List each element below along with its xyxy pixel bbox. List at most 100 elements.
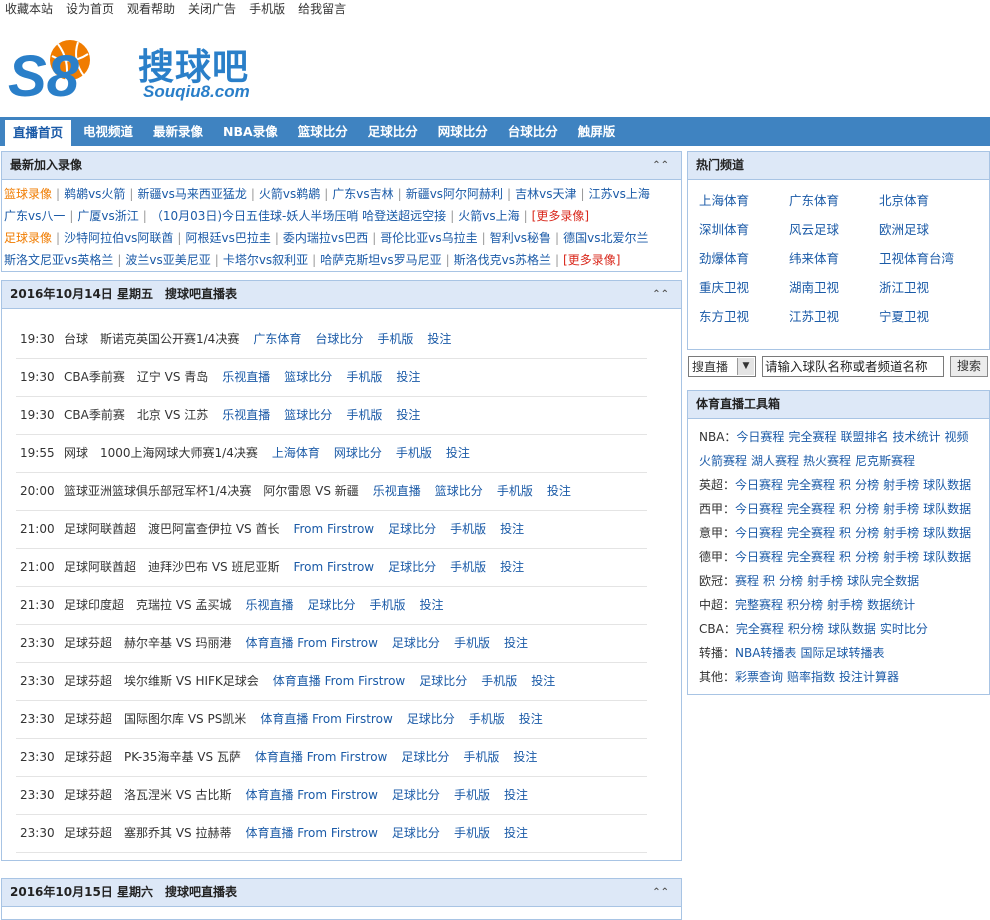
- recording-link[interactable]: （10月03日)今日五佳球-妖人半场压哨 哈登送超远空接: [151, 209, 446, 223]
- schedule-link[interactable]: 手机版: [377, 332, 413, 346]
- schedule-link[interactable]: 手机版: [450, 560, 486, 574]
- schedule-link[interactable]: 足球比分: [392, 826, 440, 840]
- recording-link[interactable]: 广东vs吉林: [332, 187, 393, 201]
- schedule-link[interactable]: 篮球比分: [284, 370, 332, 384]
- toolbox-link[interactable]: 积: [839, 550, 851, 564]
- schedule-link[interactable]: 足球比分: [388, 560, 436, 574]
- toolbox-link[interactable]: 数据统计: [867, 598, 915, 612]
- recording-link[interactable]: 阿根廷vs巴拉圭: [185, 231, 270, 245]
- nav-tab[interactable]: 直播首页: [5, 120, 72, 146]
- schedule-link[interactable]: 手机版: [346, 408, 382, 422]
- toolbox-link[interactable]: 完全赛程: [736, 622, 784, 636]
- schedule-link[interactable]: 手机版: [396, 446, 432, 460]
- toolbox-link[interactable]: 射手榜: [807, 574, 843, 588]
- schedule-link[interactable]: 体育直播 From Firstrow: [273, 674, 405, 688]
- toolbox-link[interactable]: 分榜: [855, 550, 879, 564]
- recording-link[interactable]: 鹈鹕vs火箭: [64, 187, 125, 201]
- schedule-link[interactable]: 投注: [547, 484, 571, 498]
- nav-tab[interactable]: 最新录像: [145, 117, 211, 146]
- schedule-link[interactable]: 体育直播 From Firstrow: [245, 826, 377, 840]
- recording-link[interactable]: 广东vs八一: [4, 209, 65, 223]
- schedule-link[interactable]: 投注: [513, 750, 537, 764]
- chevron-up-icon[interactable]: ⌃⌃: [652, 281, 669, 308]
- top-link[interactable]: 收藏本站: [5, 2, 53, 16]
- recording-category-link[interactable]: 篮球录像: [4, 187, 52, 201]
- schedule-link[interactable]: 手机版: [346, 370, 382, 384]
- toolbox-link[interactable]: 球队数据: [923, 478, 971, 492]
- toolbox-link[interactable]: 实时比分: [880, 622, 928, 636]
- channel-link[interactable]: 东方卫视: [699, 302, 789, 331]
- nav-tab[interactable]: 网球比分: [430, 117, 496, 146]
- schedule-link[interactable]: 投注: [396, 408, 420, 422]
- toolbox-link[interactable]: 积: [839, 478, 851, 492]
- schedule-link[interactable]: 投注: [500, 560, 524, 574]
- channel-link[interactable]: 卫视体育台湾: [879, 244, 989, 273]
- nav-tab[interactable]: 触屏版: [570, 117, 624, 146]
- schedule-link[interactable]: 手机版: [454, 636, 490, 650]
- schedule-link[interactable]: 手机版: [463, 750, 499, 764]
- recording-link[interactable]: 波兰vs亚美尼亚: [125, 253, 210, 267]
- nav-tab[interactable]: 电视频道: [75, 117, 141, 146]
- recording-link[interactable]: 哥伦比亚vs乌拉圭: [380, 231, 477, 245]
- toolbox-link[interactable]: 今日赛程: [735, 550, 783, 564]
- recording-link[interactable]: 吉林vs天津: [515, 187, 576, 201]
- recording-link[interactable]: 江苏vs上海: [589, 187, 650, 201]
- toolbox-link[interactable]: 完全赛程: [788, 430, 836, 444]
- toolbox-link[interactable]: 射手榜: [883, 502, 919, 516]
- toolbox-link[interactable]: NBA转播表: [735, 646, 796, 660]
- recording-link[interactable]: 火箭vs上海: [458, 209, 519, 223]
- toolbox-link[interactable]: 射手榜: [883, 526, 919, 540]
- recording-link[interactable]: 斯洛伐克vs苏格兰: [454, 253, 551, 267]
- chevron-up-icon[interactable]: ⌃⌃: [652, 879, 669, 906]
- channel-link[interactable]: 广东体育: [789, 186, 879, 215]
- schedule-link[interactable]: 足球比分: [401, 750, 449, 764]
- toolbox-link[interactable]: 射手榜: [883, 550, 919, 564]
- nav-tab[interactable]: 篮球比分: [290, 117, 356, 146]
- toolbox-link[interactable]: 火箭赛程: [699, 454, 747, 468]
- search-input[interactable]: 请输入球队名称或者频道名称: [762, 356, 944, 377]
- toolbox-link[interactable]: 积: [839, 502, 851, 516]
- schedule-link[interactable]: 投注: [531, 674, 555, 688]
- channel-link[interactable]: 深圳体育: [699, 215, 789, 244]
- channel-link[interactable]: 浙江卫视: [879, 273, 989, 302]
- recording-link[interactable]: 广厦vs浙江: [77, 209, 138, 223]
- toolbox-link[interactable]: 完全赛程: [787, 502, 835, 516]
- toolbox-link[interactable]: 射手榜: [883, 478, 919, 492]
- toolbox-link[interactable]: 今日赛程: [735, 526, 783, 540]
- channel-link[interactable]: 上海体育: [699, 186, 789, 215]
- schedule-link[interactable]: 乐视直播: [222, 370, 270, 384]
- recording-link[interactable]: 委内瑞拉vs巴西: [283, 231, 368, 245]
- toolbox-link[interactable]: 积分榜: [788, 622, 824, 636]
- toolbox-link[interactable]: 球队数据: [828, 622, 876, 636]
- recording-link[interactable]: 新疆vs阿尔阿赫利: [406, 187, 503, 201]
- toolbox-link[interactable]: 球队数据: [923, 550, 971, 564]
- chevron-up-icon[interactable]: ⌃⌃: [652, 152, 669, 179]
- toolbox-link[interactable]: 技术统计: [892, 430, 940, 444]
- recording-link[interactable]: 沙特阿拉伯vs阿联酋: [64, 231, 173, 245]
- schedule-link[interactable]: 体育直播 From Firstrow: [245, 636, 377, 650]
- schedule-link[interactable]: 手机版: [370, 598, 406, 612]
- schedule-link[interactable]: 足球比分: [419, 674, 467, 688]
- schedule-link[interactable]: 乐视直播: [222, 408, 270, 422]
- schedule-link[interactable]: 投注: [504, 788, 528, 802]
- toolbox-link[interactable]: 积分榜: [787, 598, 823, 612]
- schedule-link[interactable]: 足球比分: [392, 788, 440, 802]
- toolbox-link[interactable]: 分榜: [779, 574, 803, 588]
- toolbox-link[interactable]: 分榜: [855, 478, 879, 492]
- toolbox-link[interactable]: 今日赛程: [736, 430, 784, 444]
- toolbox-link[interactable]: 完全赛程: [787, 526, 835, 540]
- toolbox-link[interactable]: 球队数据: [923, 526, 971, 540]
- channel-link[interactable]: 北京体育: [879, 186, 989, 215]
- schedule-link[interactable]: 足球比分: [392, 636, 440, 650]
- schedule-link[interactable]: 网球比分: [334, 446, 382, 460]
- schedule-link[interactable]: 手机版: [454, 788, 490, 802]
- channel-link[interactable]: 重庆卫视: [699, 273, 789, 302]
- toolbox-link[interactable]: 射手榜: [827, 598, 863, 612]
- toolbox-link[interactable]: 赛程: [735, 574, 759, 588]
- recording-link[interactable]: 火箭vs鹈鹕: [259, 187, 320, 201]
- toolbox-link[interactable]: 今日赛程: [735, 478, 783, 492]
- channel-link[interactable]: 江苏卫视: [789, 302, 879, 331]
- schedule-link[interactable]: 台球比分: [315, 332, 363, 346]
- recording-link[interactable]: 智利vs秘鲁: [490, 231, 551, 245]
- search-type-select[interactable]: 搜直播 ▼: [688, 356, 756, 377]
